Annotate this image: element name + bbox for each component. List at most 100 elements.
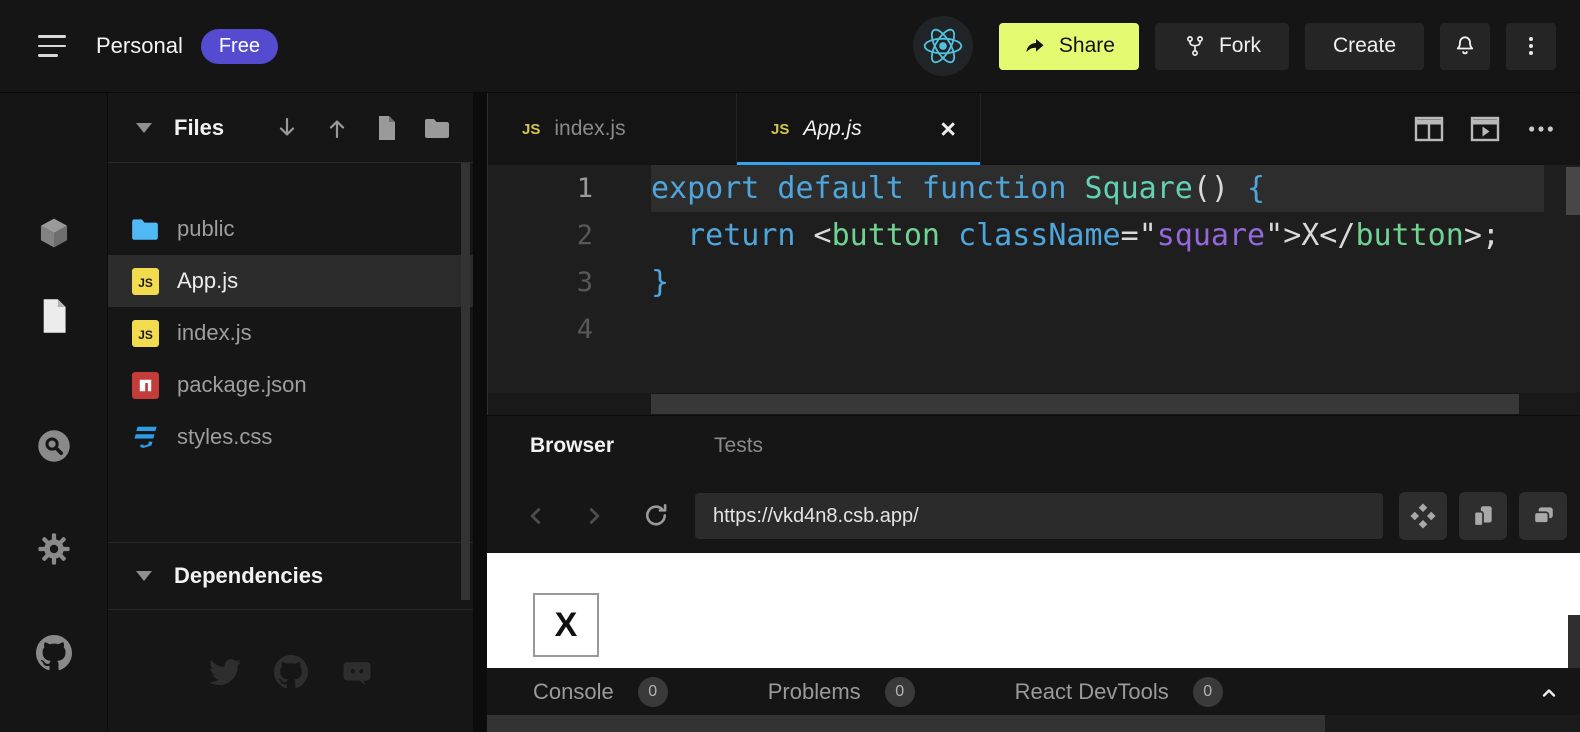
tab-app-js[interactable]: JS App.js × <box>737 93 981 165</box>
tab-browser[interactable]: Browser <box>530 434 614 458</box>
url-bar[interactable] <box>695 493 1383 539</box>
workspace-name[interactable]: Personal <box>96 33 183 59</box>
share-arrow-icon <box>1023 34 1047 58</box>
responsive-devices-icon[interactable] <box>1459 492 1507 540</box>
file-row-styles.css[interactable]: styles.css <box>108 411 473 463</box>
github-icon[interactable] <box>274 655 308 689</box>
bottom-scrollbar[interactable] <box>487 715 1325 732</box>
code-editor[interactable]: 1 export default function Square() {2 ret… <box>488 165 1580 393</box>
file-row-App.js[interactable]: JS App.js <box>108 255 473 307</box>
node-graph-icon[interactable] <box>1399 492 1447 540</box>
preview-window-icon[interactable] <box>1470 114 1500 144</box>
social-links <box>108 655 473 689</box>
console-tab-react-devtools[interactable]: React DevTools0 <box>1015 677 1223 707</box>
file-name: public <box>177 216 234 242</box>
js-file-icon: JS <box>130 266 160 296</box>
svg-text:JS: JS <box>138 328 153 342</box>
css-file-icon <box>130 422 160 452</box>
console-tab-label: Console <box>533 679 614 705</box>
file-name: App.js <box>177 268 238 294</box>
split-view-icon[interactable] <box>1414 114 1444 144</box>
count-badge: 0 <box>638 677 668 707</box>
file-name: package.json <box>177 372 307 398</box>
files-header: Files <box>108 93 473 163</box>
folder-file-icon <box>130 214 160 244</box>
console-tab-console[interactable]: Console 0 <box>533 677 668 707</box>
plan-badge: Free <box>201 29 278 64</box>
github-icon[interactable] <box>34 633 74 673</box>
menu-icon[interactable] <box>38 35 68 57</box>
code-line-3[interactable]: 3} <box>488 259 1580 306</box>
discord-icon[interactable] <box>340 655 374 689</box>
back-icon[interactable] <box>517 497 555 535</box>
more-menu-button[interactable] <box>1506 23 1556 70</box>
create-button[interactable]: Create <box>1305 23 1424 70</box>
fork-button[interactable]: Fork <box>1155 23 1289 70</box>
editor-tabbar: JS index.js JS App.js × <box>488 93 1580 165</box>
chevron-down-icon <box>136 571 152 581</box>
editor-horizontal-scrollbar-track <box>488 393 1580 415</box>
count-badge: 0 <box>885 677 915 707</box>
open-in-new-window-icon[interactable] <box>1519 492 1567 540</box>
code-text <box>651 306 1544 353</box>
chevron-up-icon[interactable] <box>1532 676 1566 710</box>
forward-icon[interactable] <box>575 497 613 535</box>
editor-horizontal-scrollbar[interactable] <box>651 394 1519 414</box>
code-line-1[interactable]: 1 export default function Square() { <box>488 165 1580 212</box>
console-tab-label: Problems <box>768 679 861 705</box>
refresh-icon[interactable] <box>637 497 675 535</box>
notifications-button[interactable] <box>1440 23 1490 70</box>
files-panel-title: Files <box>174 115 224 141</box>
line-number: 4 <box>488 306 593 353</box>
npm-file-icon <box>130 370 160 400</box>
search-icon[interactable] <box>34 426 74 466</box>
file-row-public[interactable]: public <box>108 203 473 255</box>
close-tab-icon[interactable]: × <box>940 116 956 143</box>
browser-panel: Browser Tests <box>487 415 1580 553</box>
chevron-down-icon[interactable] <box>136 123 152 133</box>
count-badge: 0 <box>1193 677 1223 707</box>
download-icon[interactable] <box>273 114 301 142</box>
editor-toolbar <box>1414 93 1580 165</box>
editor-vertical-scrollbar[interactable] <box>1566 167 1580 215</box>
share-button[interactable]: Share <box>999 23 1139 70</box>
line-number: 3 <box>488 259 593 306</box>
preview-scrollbar[interactable] <box>1568 615 1580 668</box>
code-line-2[interactable]: 2 return <button className="square">X</b… <box>488 212 1580 259</box>
file-row-package.json[interactable]: package.json <box>108 359 473 411</box>
bell-icon <box>1452 33 1478 59</box>
files-icon[interactable] <box>34 296 74 336</box>
js-file-icon: JS <box>771 121 789 138</box>
file-name: styles.css <box>177 424 272 450</box>
tab-tests[interactable]: Tests <box>714 434 763 458</box>
code-line-4[interactable]: 4 <box>488 306 1580 353</box>
file-list: public JS App.js JSindex.js package.json styl… <box>108 163 473 463</box>
kebab-menu-icon <box>1519 34 1543 58</box>
square-button[interactable]: X <box>533 593 599 657</box>
twitter-icon[interactable] <box>208 655 242 689</box>
dependencies-title: Dependencies <box>174 563 323 589</box>
code-text: export default function Square() { <box>651 165 1544 212</box>
files-scrollbar[interactable] <box>461 163 470 600</box>
code-text: } <box>651 259 1544 306</box>
dependencies-header[interactable]: Dependencies <box>108 542 473 610</box>
sandbox-icon[interactable] <box>34 213 74 253</box>
more-options-icon[interactable] <box>1526 114 1556 144</box>
new-file-icon[interactable] <box>373 114 401 142</box>
tab-index-js[interactable]: JS index.js <box>488 93 737 165</box>
code-text: return <button className="square">X</but… <box>651 212 1544 259</box>
settings-gear-icon[interactable] <box>34 529 74 569</box>
console-tab-problems[interactable]: Problems 0 <box>768 677 915 707</box>
file-row-index.js[interactable]: JSindex.js <box>108 307 473 359</box>
new-folder-icon[interactable] <box>423 114 451 142</box>
editor: JS index.js JS App.js × 1export defau <box>487 93 1580 415</box>
topbar: Personal Free Share <box>0 0 1580 93</box>
svg-text:JS: JS <box>138 276 153 290</box>
panel-resizer[interactable] <box>473 93 487 732</box>
line-number: 1 <box>488 165 593 212</box>
js-file-icon: JS <box>522 121 540 138</box>
url-input[interactable] <box>713 505 1365 528</box>
activity-rail <box>0 93 107 732</box>
upload-icon[interactable] <box>323 114 351 142</box>
console-bar: Console0Problems0React DevTools0 <box>487 668 1580 715</box>
